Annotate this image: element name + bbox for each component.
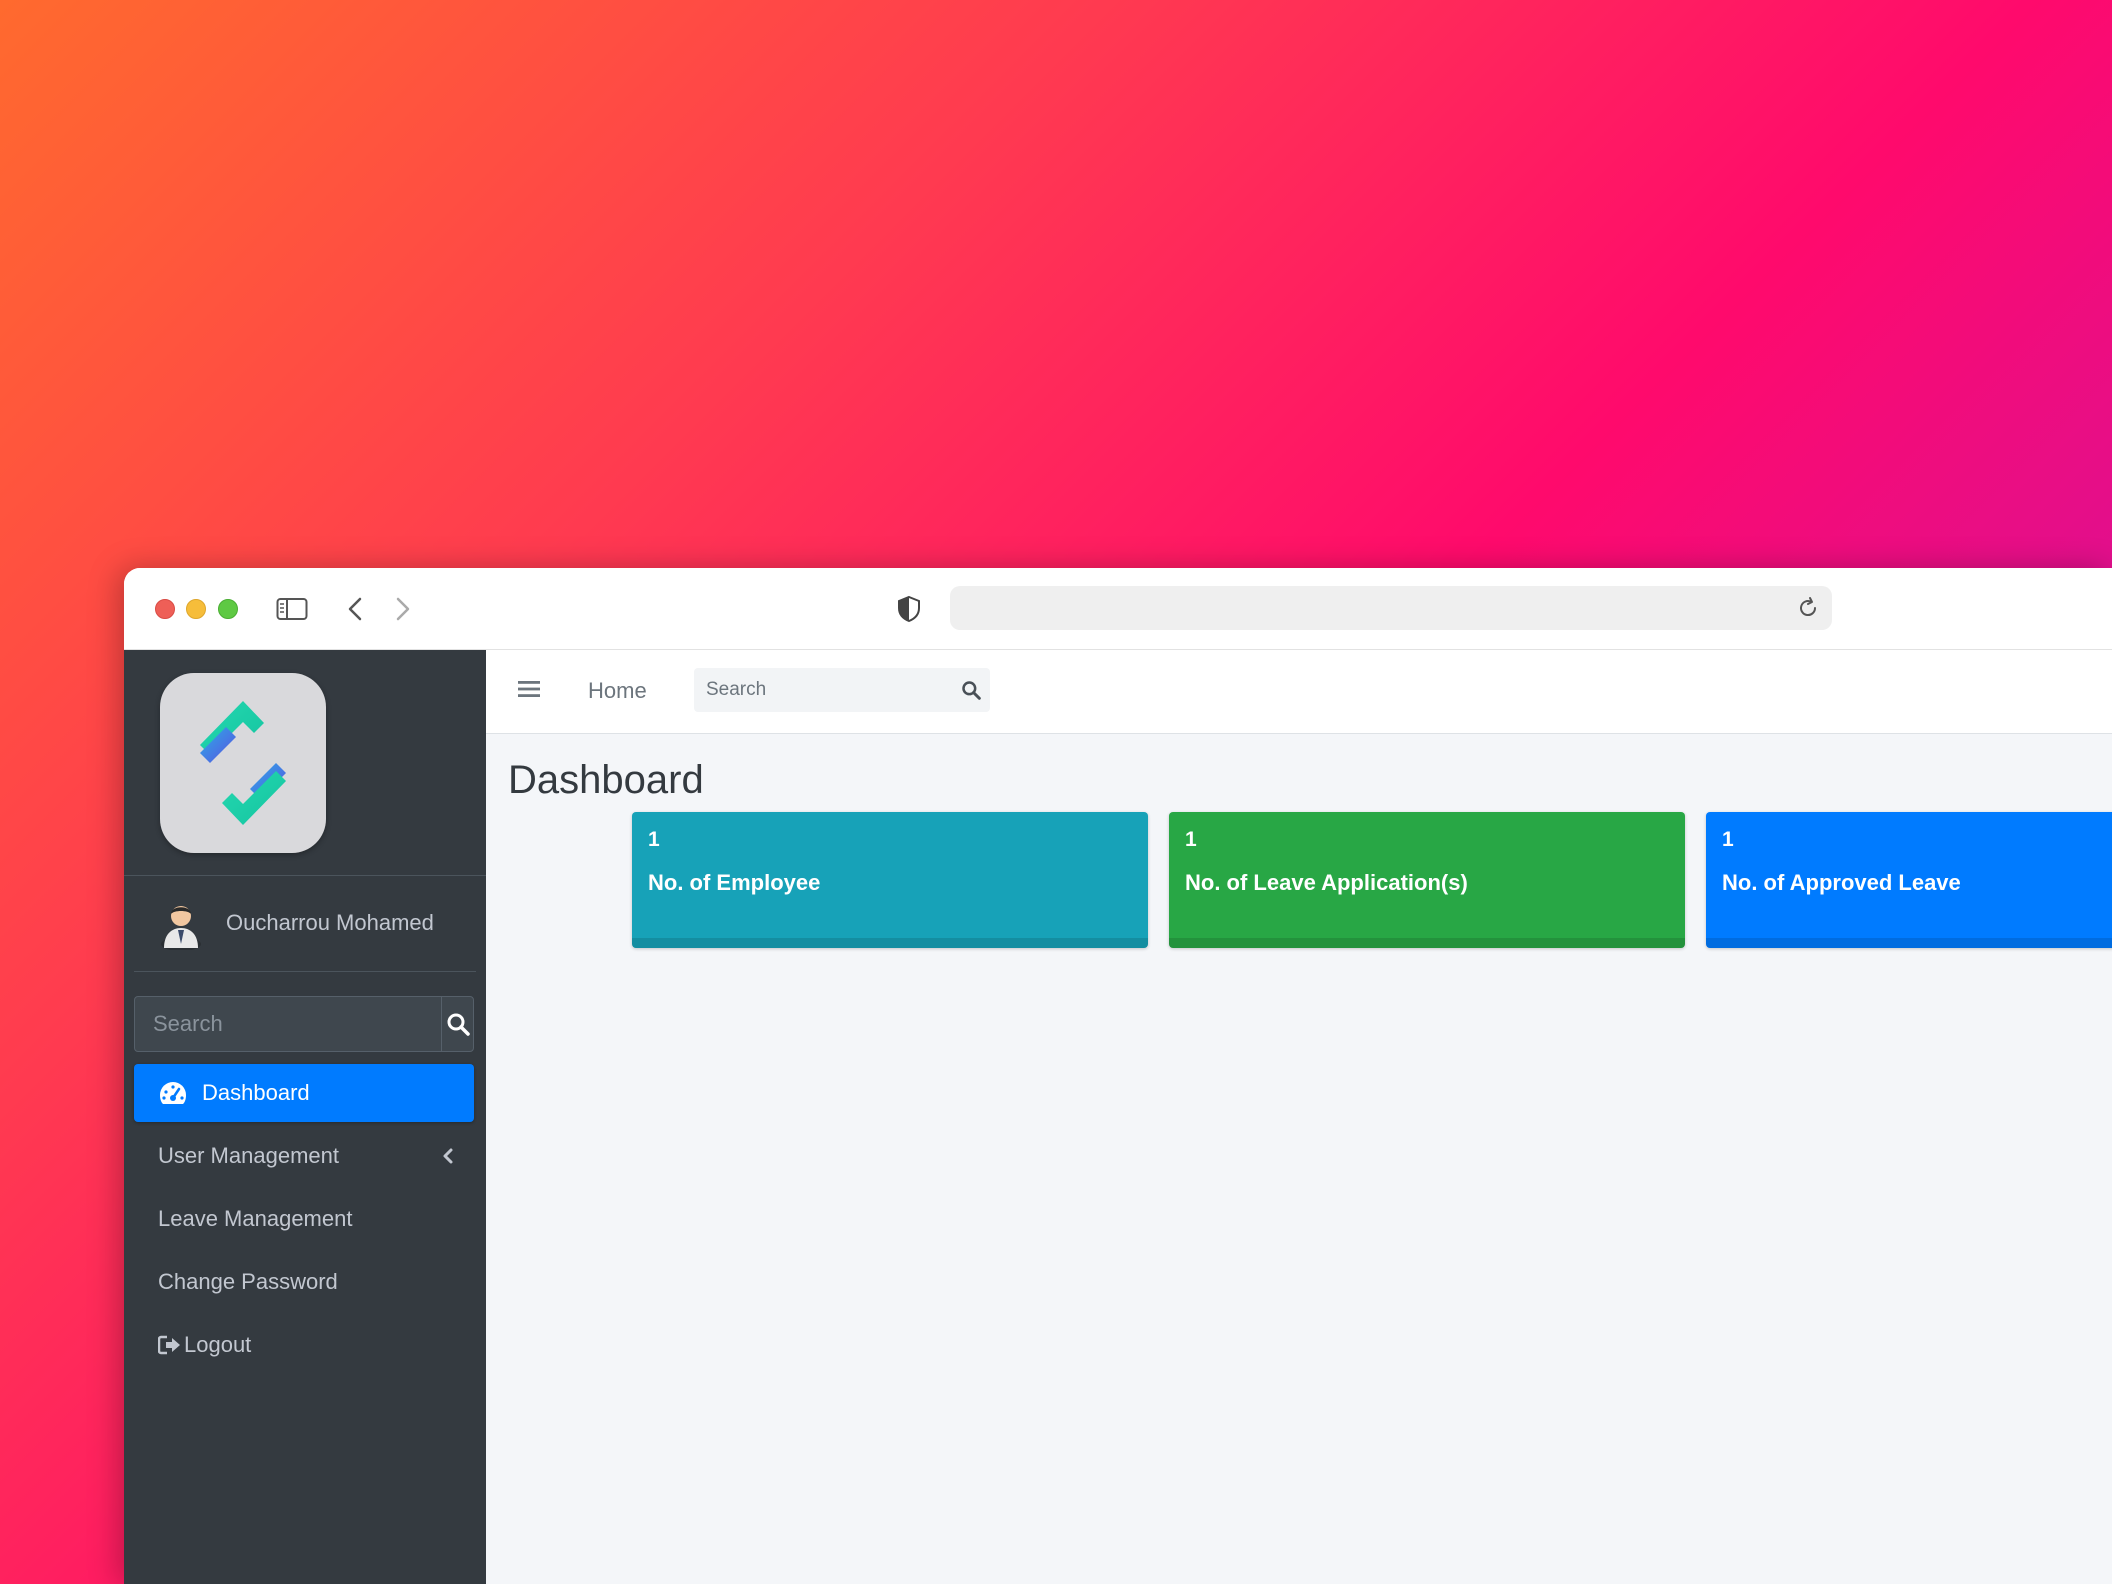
chevron-left-icon [442, 1145, 454, 1171]
card-footer [1169, 938, 1685, 948]
navbar-search-button[interactable] [951, 668, 990, 712]
sidebar-item-label: Logout [184, 1332, 252, 1357]
card-footer [632, 938, 1148, 948]
search-icon [961, 681, 981, 700]
sidebar-item-label: Dashboard [202, 1080, 310, 1105]
sidebar-item-label: Leave Management [158, 1206, 353, 1231]
main-content: Home Dashboard 1 No. of Employee 1 No. o… [486, 650, 2112, 1584]
navbar-search-input[interactable] [694, 668, 951, 712]
sidebar-item-leave-management[interactable]: Leave Management [134, 1190, 474, 1248]
brand-logo[interactable] [160, 673, 326, 853]
minimize-window-button[interactable] [186, 599, 206, 619]
sidebar-item-dashboard[interactable]: Dashboard [134, 1064, 474, 1122]
maximize-window-button[interactable] [218, 599, 238, 619]
sidebar-search-button[interactable] [441, 997, 473, 1051]
card-label: No. of Employee [648, 870, 821, 895]
tachometer-icon [158, 1079, 190, 1107]
sidebar-item-logout[interactable]: Logout [134, 1316, 474, 1374]
page-title: Dashboard [508, 758, 704, 802]
sign-out-icon [158, 1335, 182, 1355]
approved-leave-count-card[interactable]: 1 No. of Approved Leave [1706, 812, 2112, 948]
brand-area [124, 650, 486, 876]
browser-toolbar [124, 568, 2112, 650]
forward-arrow-icon[interactable] [388, 590, 418, 628]
back-arrow-icon[interactable] [340, 590, 370, 628]
card-count: 1 [648, 828, 660, 851]
sidebar-item-change-password[interactable]: Change Password [134, 1253, 474, 1311]
card-footer [1706, 938, 2112, 948]
leave-application-count-card[interactable]: 1 No. of Leave Application(s) [1169, 812, 1685, 948]
card-label: No. of Approved Leave [1722, 870, 1961, 895]
sidebar-toggle-icon[interactable] [274, 590, 310, 628]
sidebar-search [134, 996, 474, 1052]
close-window-button[interactable] [155, 599, 175, 619]
search-icon [447, 1013, 470, 1036]
sidebar-nav: Dashboard User Management Leave Manageme… [134, 1064, 474, 1379]
user-panel[interactable]: Oucharrou Mohamed [134, 876, 476, 972]
sidebar-item-label: User Management [158, 1143, 339, 1168]
card-count: 1 [1185, 828, 1197, 851]
avatar [158, 900, 204, 951]
sidebar-item-label: Change Password [158, 1269, 338, 1294]
employee-count-card[interactable]: 1 No. of Employee [632, 812, 1148, 948]
address-bar[interactable] [950, 586, 1832, 630]
sidebar-search-input[interactable] [135, 997, 441, 1051]
top-navbar: Home [486, 650, 2112, 734]
reload-icon[interactable] [1796, 596, 1820, 620]
app-sidebar: Oucharrou Mohamed Dashboard User Managem… [124, 650, 486, 1584]
user-name[interactable]: Oucharrou Mohamed [226, 910, 434, 936]
card-count: 1 [1722, 828, 1734, 851]
hamburger-menu-icon[interactable] [518, 678, 540, 700]
navbar-search [694, 668, 990, 712]
browser-window: Oucharrou Mohamed Dashboard User Managem… [124, 568, 2112, 1584]
card-label: No. of Leave Application(s) [1185, 870, 1468, 895]
shield-icon[interactable] [894, 590, 924, 628]
sidebar-item-user-management[interactable]: User Management [134, 1127, 474, 1185]
home-link[interactable]: Home [588, 678, 647, 704]
